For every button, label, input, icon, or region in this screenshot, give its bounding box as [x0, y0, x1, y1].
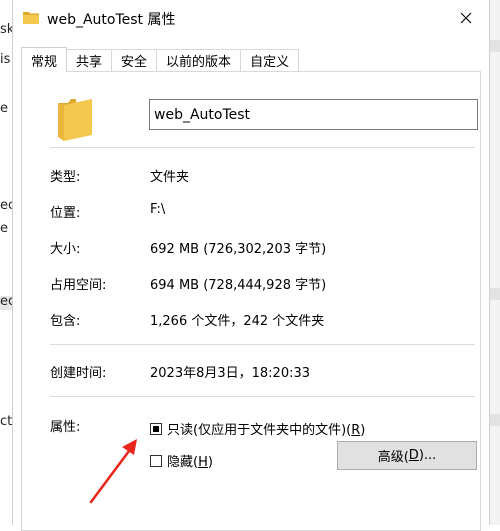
folder-name-input[interactable] — [149, 99, 478, 130]
type-value: 文件夹 — [150, 170, 190, 185]
separator — [50, 396, 475, 397]
tab-general[interactable]: 常规 — [21, 47, 68, 72]
location-value: F:\ — [150, 202, 166, 217]
created-label: 创建时间: — [50, 366, 107, 381]
folder-icon — [23, 12, 39, 24]
readonly-hotkey: R — [351, 423, 361, 438]
hidden-label: 隐藏(H) — [167, 451, 213, 470]
size-label: 大小: — [50, 242, 81, 257]
tab-security[interactable]: 安全 — [111, 49, 158, 71]
type-label: 类型: — [50, 170, 81, 185]
created-value: 2023年8月3日，18:20:33 — [150, 366, 311, 381]
indeterminate-mark — [153, 425, 159, 432]
separator — [50, 344, 475, 345]
background-window: sk is e ec e ec ct — [0, 0, 15, 525]
background-mark — [490, 288, 500, 300]
background-text: is — [0, 52, 11, 67]
advanced-suffix: )... — [418, 448, 437, 463]
tab-strip: 常规 共享 安全 以前的版本 自定义 — [21, 47, 300, 72]
advanced-hotkey: D — [408, 448, 419, 463]
readonly-checkbox-box[interactable] — [150, 422, 162, 435]
separator — [50, 147, 475, 148]
tab-customize[interactable]: 自定义 — [240, 49, 300, 71]
readonly-label: 只读(仅应用于文件夹中的文件)(R) — [167, 419, 365, 438]
close-icon — [460, 12, 472, 24]
background-mark — [490, 414, 500, 426]
folder-icon — [58, 99, 92, 141]
hidden-label-text: 隐藏( — [167, 455, 199, 470]
hidden-checkbox-box[interactable] — [150, 454, 162, 467]
general-tab-panel: 类型: 文件夹 位置: F:\ 大小: 692 MB (726,302,203 … — [21, 71, 481, 531]
title-bar[interactable]: web_AutoTest 属性 — [13, 0, 489, 36]
readonly-label-text: 只读(仅应用于文件夹中的文件)( — [167, 423, 352, 438]
close-button[interactable] — [443, 0, 489, 36]
advanced-label: 高级( — [377, 450, 409, 465]
hidden-hotkey: H — [198, 455, 208, 470]
properties-dialog: web_AutoTest 属性 常规 共享 安全 以前的版本 自定义 类型: 文… — [12, 0, 490, 531]
readonly-checkbox[interactable]: 只读(仅应用于文件夹中的文件)(R) — [150, 419, 365, 438]
tab-previous-versions[interactable]: 以前的版本 — [156, 49, 242, 71]
attributes-label: 属性: — [50, 420, 81, 435]
hidden-suffix: ) — [207, 455, 213, 470]
background-window-right — [490, 0, 500, 525]
size-on-disk-value: 694 MB (728,444,928 字节) — [150, 278, 327, 293]
background-mark — [490, 40, 500, 52]
background-text: e — [0, 221, 8, 236]
contains-label: 包含: — [50, 314, 81, 329]
location-label: 位置: — [50, 206, 81, 221]
hidden-checkbox[interactable]: 隐藏(H) — [150, 451, 213, 470]
background-text: e — [0, 101, 8, 116]
background-text: ct — [0, 414, 13, 429]
size-on-disk-label: 占用空间: — [50, 278, 107, 293]
readonly-suffix: ) — [360, 423, 366, 438]
tab-sharing[interactable]: 共享 — [66, 49, 113, 71]
size-value: 692 MB (726,302,203 字节) — [150, 242, 327, 257]
window-title: web_AutoTest 属性 — [47, 12, 176, 28]
advanced-button[interactable]: 高级(D)... — [337, 441, 477, 470]
contains-value: 1,266 个文件，242 个文件夹 — [150, 314, 325, 329]
